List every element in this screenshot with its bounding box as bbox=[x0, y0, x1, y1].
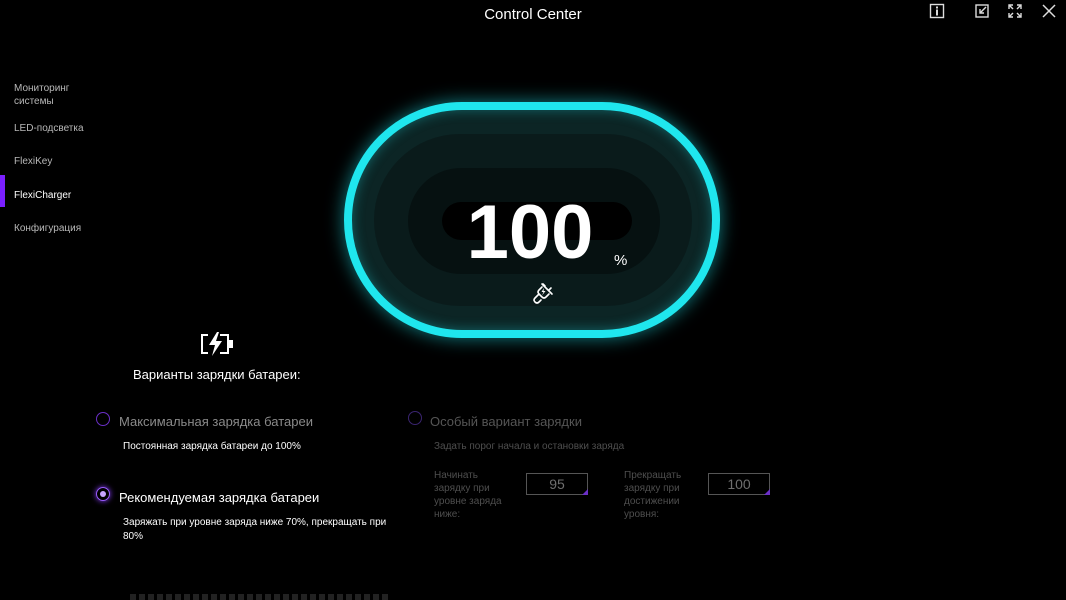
custom-charge-label[interactable]: Особый вариант зарядки bbox=[430, 414, 582, 429]
charge-level-unit: % bbox=[614, 252, 628, 269]
sidebar-item-system-monitoring[interactable]: Мониторинг системы bbox=[0, 82, 110, 108]
recommended-charge-description: Заряжать при уровне заряда ниже 70%, пре… bbox=[123, 517, 387, 542]
sidebar-item-flexicharger[interactable]: FlexiCharger bbox=[0, 175, 110, 207]
sidebar-item-led-lighting[interactable]: LED-подсветка bbox=[0, 122, 110, 135]
battery-charging-icon bbox=[201, 332, 233, 356]
recommended-charge-label[interactable]: Рекомендуемая зарядка батареи bbox=[119, 490, 319, 505]
window-title: Control Center bbox=[484, 6, 582, 23]
close-button[interactable] bbox=[1038, 3, 1060, 23]
recommended-charge-radio[interactable] bbox=[96, 487, 110, 501]
plug-charging-icon bbox=[533, 283, 553, 304]
start-threshold-input[interactable]: 95 bbox=[526, 473, 588, 495]
minimize-button[interactable] bbox=[971, 3, 993, 23]
max-charge-radio[interactable] bbox=[96, 412, 110, 426]
max-charge-label[interactable]: Максимальная зарядка батареи bbox=[119, 414, 313, 429]
close-icon bbox=[1042, 4, 1056, 18]
start-threshold-label: Начинать зарядку при уровне заряда ниже: bbox=[434, 470, 502, 520]
custom-charge-description: Задать порог начала и остановки заряда bbox=[434, 441, 625, 452]
minimize-icon bbox=[975, 4, 989, 18]
fullscreen-button[interactable] bbox=[1004, 3, 1026, 23]
custom-charge-radio[interactable] bbox=[408, 411, 422, 425]
cut-off-text-row bbox=[130, 594, 390, 600]
field-corner-marker bbox=[764, 489, 770, 495]
stop-threshold-label: Прекращать зарядку при достижении уровня… bbox=[624, 470, 682, 520]
fullscreen-icon bbox=[1008, 4, 1022, 18]
field-corner-marker bbox=[582, 489, 588, 495]
info-button[interactable] bbox=[926, 3, 948, 23]
start-threshold-value: 95 bbox=[549, 476, 565, 492]
max-charge-description: Постоянная зарядка батареи до 100% bbox=[123, 441, 301, 452]
sidebar-item-flexikey[interactable]: FlexiKey bbox=[0, 155, 110, 168]
charging-options-heading: Варианты зарядки батареи: bbox=[133, 367, 301, 382]
stop-threshold-value: 100 bbox=[727, 476, 751, 492]
info-icon bbox=[929, 3, 945, 19]
charge-level-value: 100 bbox=[466, 190, 594, 275]
sidebar-item-configuration[interactable]: Конфигурация bbox=[0, 222, 110, 235]
stop-threshold-input[interactable]: 100 bbox=[708, 473, 770, 495]
